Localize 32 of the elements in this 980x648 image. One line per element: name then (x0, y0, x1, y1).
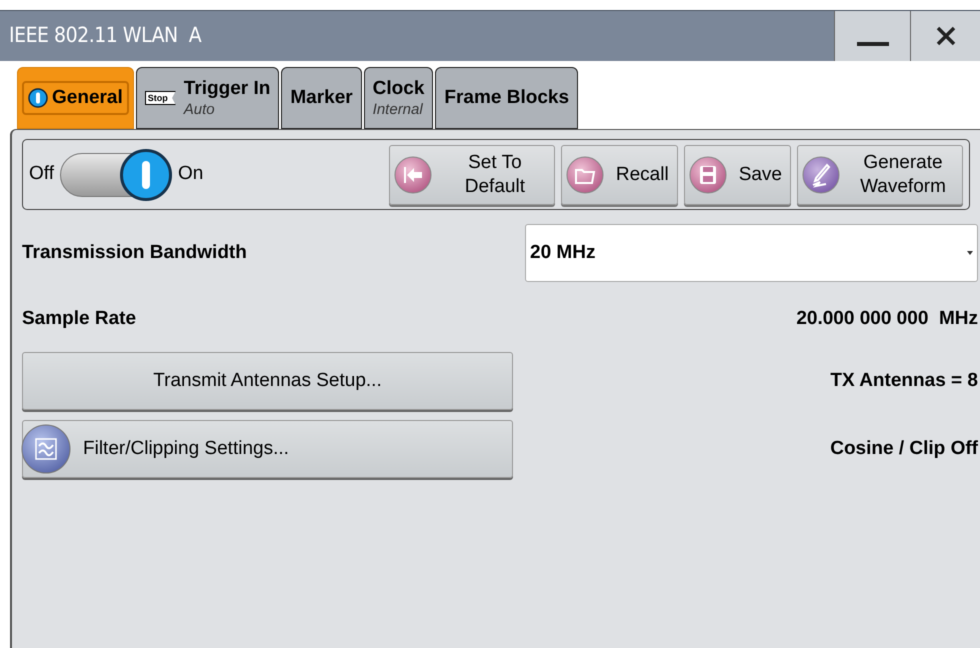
pen-icon (802, 156, 840, 194)
sample-rate-value: 20.000 000 000 MHz (796, 306, 978, 331)
on-label: On (178, 162, 204, 186)
filter-icon (21, 424, 71, 474)
power-toggle[interactable] (60, 148, 172, 200)
toolbar-button[interactable]: Recall (560, 144, 678, 204)
info-icon (28, 88, 48, 108)
tab[interactable]: Marker (281, 67, 362, 129)
action-button[interactable]: Filter/Clipping Settings... (22, 420, 513, 478)
stop-badge-icon: Stop (144, 91, 176, 105)
close-icon (934, 25, 956, 47)
tab[interactable]: General (17, 67, 134, 129)
field-label: Sample Rate (22, 306, 138, 331)
toolbar-button[interactable]: Set To Default (388, 144, 555, 204)
close-button[interactable] (910, 11, 980, 61)
toolbar-button[interactable]: Save (684, 144, 791, 204)
floppy-disk-icon (688, 156, 727, 194)
status-text: Cosine / Clip Off (829, 436, 978, 461)
toolbar-button[interactable]: Generate Waveform (797, 144, 963, 204)
tab[interactable]: Frame Blocks (435, 67, 578, 129)
off-label: Off (29, 162, 54, 186)
arrow-left-icon (394, 156, 432, 194)
tab[interactable]: Stop Trigger In Auto (136, 67, 280, 129)
action-button[interactable]: Transmit Antennas Setup... (22, 352, 513, 410)
window-title: IEEE 802.11 WLAN A (8, 22, 202, 50)
dropdown-arrow-icon (967, 251, 973, 255)
status-text: TX Antennas = 8 (829, 368, 978, 393)
field-label: Transmission Bandwidth (22, 240, 248, 265)
minimize-button[interactable] (834, 11, 910, 61)
tab[interactable]: Clock Internal (364, 67, 434, 129)
bandwidth-dropdown[interactable]: 20 MHz (525, 224, 978, 282)
folder-icon (566, 156, 604, 194)
